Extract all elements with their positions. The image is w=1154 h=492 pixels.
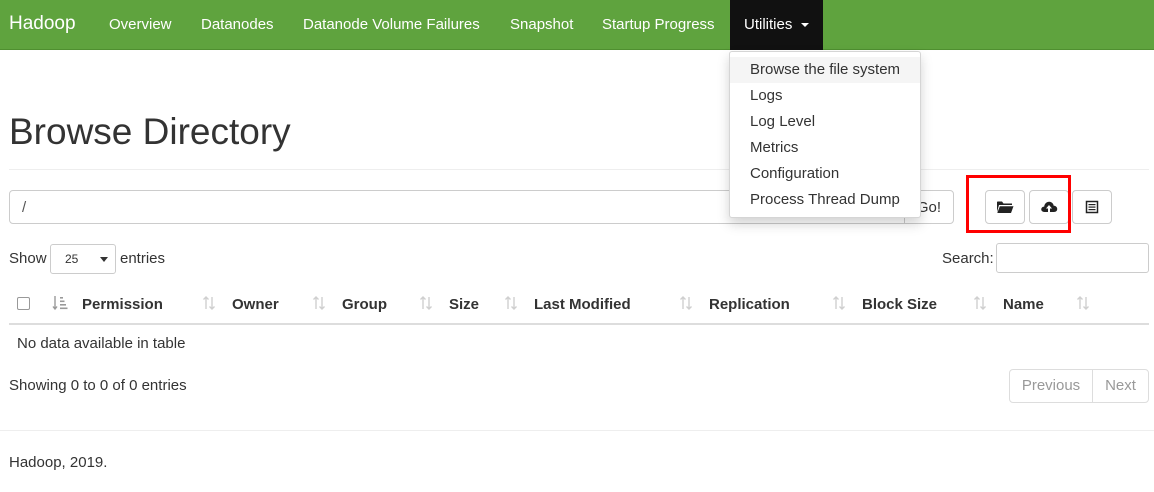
- column-header-permission[interactable]: Permission: [82, 296, 163, 313]
- column-header-size[interactable]: Size: [449, 296, 479, 313]
- caret-down-icon: [801, 23, 809, 27]
- footer-divider: [0, 430, 1154, 431]
- menu-item-metrics[interactable]: Metrics: [730, 135, 920, 161]
- menu-item-logs[interactable]: Logs: [730, 83, 920, 109]
- footer-text: Hadoop, 2019.: [9, 454, 108, 471]
- cut-paste-button[interactable]: [1072, 190, 1112, 224]
- utilities-dropdown-menu: Browse the file system Logs Log Level Me…: [729, 51, 921, 218]
- show-label: Show: [9, 250, 47, 267]
- page-title: Browse Directory: [9, 111, 291, 152]
- sort-icon[interactable]: [419, 295, 433, 311]
- brand-logo[interactable]: Hadoop: [9, 13, 76, 35]
- menu-item-log-level[interactable]: Log Level: [730, 109, 920, 135]
- column-header-owner[interactable]: Owner: [232, 296, 279, 313]
- sort-icon[interactable]: [504, 295, 518, 311]
- menu-item-browse-file-system[interactable]: Browse the file system: [730, 57, 920, 83]
- column-header-group[interactable]: Group: [342, 296, 387, 313]
- entries-label: entries: [120, 250, 166, 267]
- column-header-name[interactable]: Name: [1003, 296, 1044, 313]
- previous-page-button[interactable]: Previous: [1009, 369, 1093, 403]
- nav-datanodes[interactable]: Datanodes: [201, 16, 274, 33]
- sort-icon[interactable]: [973, 295, 987, 311]
- table-empty-message: No data available in table: [17, 335, 186, 352]
- folder-open-icon: [997, 201, 1014, 213]
- top-navbar: Hadoop Overview Datanodes Datanode Volum…: [0, 0, 1154, 50]
- sort-icon[interactable]: [312, 295, 326, 311]
- cloud-upload-icon: [1041, 201, 1058, 212]
- search-label: Search:: [942, 250, 994, 267]
- list-icon: [1085, 200, 1099, 214]
- column-header-last-modified[interactable]: Last Modified: [534, 296, 631, 313]
- menu-item-configuration[interactable]: Configuration: [730, 161, 920, 187]
- search-input[interactable]: [996, 243, 1149, 273]
- upload-files-button[interactable]: [1029, 190, 1069, 224]
- table-header-divider: [9, 323, 1149, 325]
- sort-asc-icon[interactable]: [52, 295, 68, 311]
- select-all-checkbox[interactable]: [17, 297, 30, 310]
- nav-utilities-label: Utilities: [744, 16, 793, 33]
- sort-icon[interactable]: [1076, 295, 1090, 311]
- create-directory-button[interactable]: [985, 190, 1025, 224]
- nav-overview[interactable]: Overview: [109, 16, 172, 33]
- sort-icon[interactable]: [202, 295, 216, 311]
- nav-startup-progress[interactable]: Startup Progress: [602, 16, 715, 33]
- sort-icon[interactable]: [832, 295, 846, 311]
- nav-snapshot[interactable]: Snapshot: [510, 16, 573, 33]
- entries-select-value: 25: [65, 252, 79, 266]
- nav-utilities-dropdown[interactable]: Utilities: [730, 0, 823, 50]
- nav-datanode-volume-failures[interactable]: Datanode Volume Failures: [303, 16, 480, 33]
- column-header-block-size[interactable]: Block Size: [862, 296, 937, 313]
- pagination-info: Showing 0 to 0 of 0 entries: [9, 377, 187, 394]
- column-header-replication[interactable]: Replication: [709, 296, 790, 313]
- next-page-button[interactable]: Next: [1092, 369, 1149, 403]
- sort-icon[interactable]: [679, 295, 693, 311]
- entries-per-page-select[interactable]: 25: [50, 244, 116, 274]
- chevron-down-icon: [100, 257, 108, 262]
- menu-item-process-thread-dump[interactable]: Process Thread Dump: [730, 187, 920, 213]
- title-divider: [9, 169, 1149, 170]
